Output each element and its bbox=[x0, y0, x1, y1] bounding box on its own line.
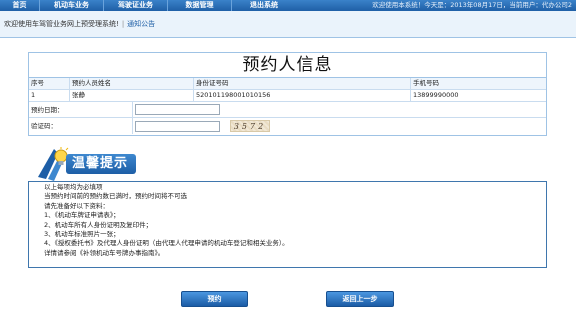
captcha-label: 验证码： bbox=[29, 118, 133, 134]
tip-line: 1、《机动车牌证申请表》； bbox=[44, 211, 120, 220]
tip-line: 2、机动车所有人身份证明及复印件； bbox=[44, 220, 153, 229]
tip-line: 以上每项均为必填项 bbox=[44, 183, 103, 191]
captcha-image[interactable]: 3572 bbox=[230, 120, 270, 132]
header-id-number: 身份证号码 bbox=[194, 78, 411, 89]
tip-line: 当预约时间前的预约数已满时，预约时间将不可选 bbox=[44, 192, 187, 201]
row-phone: 13899990000 bbox=[413, 91, 459, 99]
nav-item-vehicle[interactable]: 机动车业务 bbox=[40, 0, 104, 11]
top-nav: 首页 机动车业务 驾驶证业务 数据管理 退出系统 欢迎使用本系统！今天是：201… bbox=[0, 0, 576, 11]
table-header-row: 序号 预约人员姓名 身份证号码 手机号码 bbox=[29, 78, 546, 90]
notice-separator: | bbox=[121, 20, 125, 28]
date-input[interactable] bbox=[135, 104, 220, 115]
nav-item-home[interactable]: 首页 bbox=[0, 0, 40, 11]
nav-item-logout[interactable]: 退出系统 bbox=[232, 0, 296, 11]
welcome-user: 欢迎使用本系统！今天是：2013年08月17日，当前用户：代办公司2 bbox=[372, 1, 572, 9]
header-index: 序号 bbox=[29, 78, 70, 89]
nav-item-license[interactable]: 驾驶证业务 bbox=[104, 0, 168, 11]
tip-line: 请先准备好以下资料： bbox=[44, 201, 109, 210]
notice-link[interactable]: 通知公告 bbox=[127, 19, 155, 29]
header-name: 预约人员姓名 bbox=[70, 78, 194, 89]
captcha-row: 验证码： 3572 bbox=[29, 118, 546, 134]
back-button[interactable]: 返回上一步 bbox=[326, 291, 394, 307]
row-index: 1 bbox=[29, 90, 70, 101]
tips-title: 温馨提示 bbox=[66, 154, 137, 174]
notice-bar: 欢迎使用车驾管业务网上预受理系统! | 通知公告 bbox=[0, 11, 576, 38]
tips-banner: 温馨提示 bbox=[28, 147, 158, 181]
notice-text: 欢迎使用车驾管业务网上预受理系统! bbox=[4, 20, 119, 28]
reservation-panel: 预约人信息 序号 预约人员姓名 身份证号码 手机号码 1 张静 52010119… bbox=[28, 52, 547, 136]
tip-line: 4、《授权委托书》及代理人身份证明（由代理人代理申请的机动车登记和相关业务）。 bbox=[44, 239, 289, 248]
nav-item-data[interactable]: 数据管理 bbox=[168, 0, 232, 11]
date-label: 预约日期： bbox=[29, 101, 133, 118]
header-phone: 手机号码 bbox=[413, 79, 439, 87]
tips-box: 以上每项均为必填项 当预约时间前的预约数已满时，预约时间将不可选 请先准备好以下… bbox=[28, 181, 547, 268]
reserve-button[interactable]: 预约 bbox=[181, 291, 248, 307]
date-row: 预约日期： bbox=[29, 101, 546, 118]
captcha-input[interactable] bbox=[135, 120, 220, 132]
row-id-number: 520101198001010156 bbox=[194, 90, 411, 101]
tip-line: 详情请参阅《补领机动车号牌办事指南》。 bbox=[44, 248, 165, 257]
table-row: 1 张静 520101198001010156 13899990000 bbox=[29, 90, 546, 102]
row-name: 张静 bbox=[70, 90, 194, 101]
panel-title: 预约人信息 bbox=[29, 53, 546, 78]
